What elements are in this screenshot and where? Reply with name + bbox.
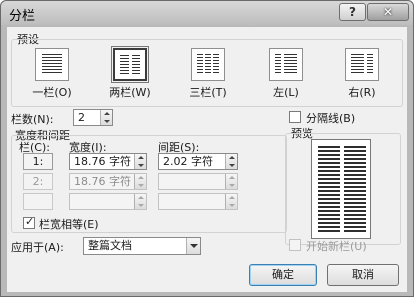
preset-right[interactable]: 右(R) [337,48,387,100]
preview-page [311,139,371,239]
preset-left[interactable]: 左(L) [261,48,311,100]
apply-to-select[interactable]: 整篇文档 [83,237,201,255]
new-column-checkbox [289,239,301,251]
left-layout-icon [269,48,303,81]
chevron-down-icon[interactable] [186,238,200,254]
column-2-width-input: 18.76 字符 [69,173,147,190]
column-3-width-input [69,193,147,210]
two-columns-icon [111,46,149,83]
column-3-width-spinner [134,194,146,209]
column-count-label: 栏数(N): [11,113,54,126]
three-columns-icon [191,48,225,81]
close-button[interactable]: ✕ [367,3,409,21]
column-2-width-spinner [134,174,146,189]
column-2-spacing-spinner [225,174,237,189]
equal-width-label: 栏宽相等(E) [39,218,99,231]
column-3-spacing-input [158,193,238,210]
equal-width-checkbox[interactable] [23,215,35,229]
divider-label: 分隔线(B) [306,112,356,125]
column-number-3 [23,193,53,210]
one-column-icon [35,48,69,81]
cancel-button[interactable]: 取消 [327,264,399,286]
preset-two-columns[interactable]: 两栏(W) [105,46,155,100]
divider-checkbox[interactable] [289,111,301,123]
column-1-width-spinner[interactable] [134,154,146,169]
preset-label: 两栏(W) [109,86,151,99]
apply-to-label: 应用于(A): [11,241,64,254]
column-count-spinner[interactable] [100,110,112,125]
column-number-1: 1: [23,153,53,170]
preset-label: 三栏(T) [189,86,227,99]
help-button[interactable]: ? [339,3,366,21]
column-1-spacing-input[interactable]: 2.02 字符 [158,153,238,170]
preview-column-1 [318,146,340,232]
ok-button[interactable]: 确定 [249,264,317,286]
preset-three-columns[interactable]: 三栏(T) [183,48,233,100]
column-count-input[interactable]: 2 [73,109,113,126]
dialog-title: 分栏 [9,9,36,24]
preset-label: 一栏(O) [32,86,72,99]
preview-column-2 [344,146,366,232]
column-count-value: 2 [78,111,85,124]
column-number-2: 2: [23,173,53,190]
apply-to-value: 整篇文档 [88,239,132,252]
column-1-spacing-spinner[interactable] [225,154,237,169]
right-layout-icon [345,48,379,81]
column-3-spacing-spinner [225,194,237,209]
preset-one-column[interactable]: 一栏(O) [27,48,77,100]
dialog-body: 预设 一栏(O) 两栏(W) 三栏(T) 左(L) 右(R) 栏数(N): 2 … [7,27,407,292]
title-bar[interactable]: 分栏 ? ✕ [1,1,413,25]
columns-dialog: 分栏 ? ✕ 预设 一栏(O) 两栏(W) 三栏(T) 左(L) 右(R) 栏数… [0,0,414,297]
column-1-width-value: 18.76 字符 [74,155,131,168]
new-column-label: 开始新栏(U) [306,240,367,253]
column-1-spacing-value: 2.02 字符 [163,155,213,168]
column-2-width-value: 18.76 字符 [74,175,131,188]
preset-label: 右(R) [348,86,376,99]
column-1-width-input[interactable]: 18.76 字符 [69,153,147,170]
column-2-spacing-input [158,173,238,190]
preset-label: 左(L) [273,86,299,99]
